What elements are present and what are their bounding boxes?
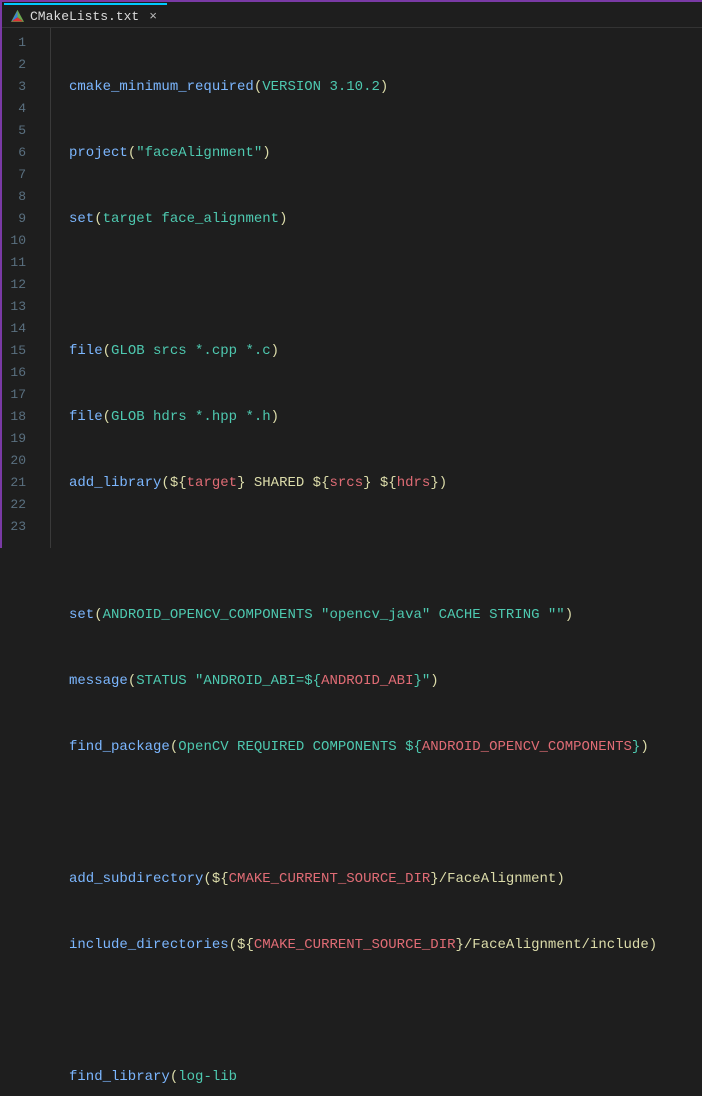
code-line: project("faceAlignment") xyxy=(69,142,702,164)
line-number: 20 xyxy=(2,450,26,472)
line-number: 11 xyxy=(2,252,26,274)
code-line: file(GLOB hdrs *.hpp *.h) xyxy=(69,406,702,428)
line-number: 12 xyxy=(2,274,26,296)
line-number: 3 xyxy=(2,76,26,98)
code-line xyxy=(69,274,702,296)
line-number: 17 xyxy=(2,384,26,406)
code-editor[interactable]: 1234567891011121314151617181920212223 cm… xyxy=(2,28,702,548)
code-line xyxy=(69,1000,702,1022)
fold-column xyxy=(36,28,50,548)
line-number: 5 xyxy=(2,120,26,142)
code-content[interactable]: cmake_minimum_required(VERSION 3.10.2) p… xyxy=(69,28,702,548)
code-line: set(target face_alignment) xyxy=(69,208,702,230)
code-line: add_subdirectory(${CMAKE_CURRENT_SOURCE_… xyxy=(69,868,702,890)
tab-title: CMakeLists.txt xyxy=(30,9,139,24)
code-line: find_package(OpenCV REQUIRED COMPONENTS … xyxy=(69,736,702,758)
line-number: 19 xyxy=(2,428,26,450)
line-number: 18 xyxy=(2,406,26,428)
line-number: 13 xyxy=(2,296,26,318)
line-number: 21 xyxy=(2,472,26,494)
line-number: 6 xyxy=(2,142,26,164)
code-line xyxy=(69,802,702,824)
close-icon[interactable]: × xyxy=(149,9,157,24)
line-number: 10 xyxy=(2,230,26,252)
file-tab[interactable]: CMakeLists.txt × xyxy=(4,3,167,27)
line-number: 14 xyxy=(2,318,26,340)
line-number: 2 xyxy=(2,54,26,76)
line-number: 15 xyxy=(2,340,26,362)
code-line: find_library(log-lib xyxy=(69,1066,702,1088)
code-line xyxy=(69,538,702,560)
tab-bar: CMakeLists.txt × xyxy=(2,2,702,28)
content-margin xyxy=(51,28,69,548)
code-line: add_library(${target} SHARED ${srcs} ${h… xyxy=(69,472,702,494)
code-line: include_directories(${CMAKE_CURRENT_SOUR… xyxy=(69,934,702,956)
line-number: 9 xyxy=(2,208,26,230)
code-line: file(GLOB srcs *.cpp *.c) xyxy=(69,340,702,362)
line-number: 8 xyxy=(2,186,26,208)
line-number: 23 xyxy=(2,516,26,538)
cmake-file-icon xyxy=(10,9,24,23)
line-number: 7 xyxy=(2,164,26,186)
line-number: 1 xyxy=(2,32,26,54)
code-line: set(ANDROID_OPENCV_COMPONENTS "opencv_ja… xyxy=(69,604,702,626)
line-number: 22 xyxy=(2,494,26,516)
line-number: 4 xyxy=(2,98,26,120)
code-line: cmake_minimum_required(VERSION 3.10.2) xyxy=(69,76,702,98)
code-line: message(STATUS "ANDROID_ABI=${ANDROID_AB… xyxy=(69,670,702,692)
line-number-gutter: 1234567891011121314151617181920212223 xyxy=(2,28,36,548)
line-number: 16 xyxy=(2,362,26,384)
